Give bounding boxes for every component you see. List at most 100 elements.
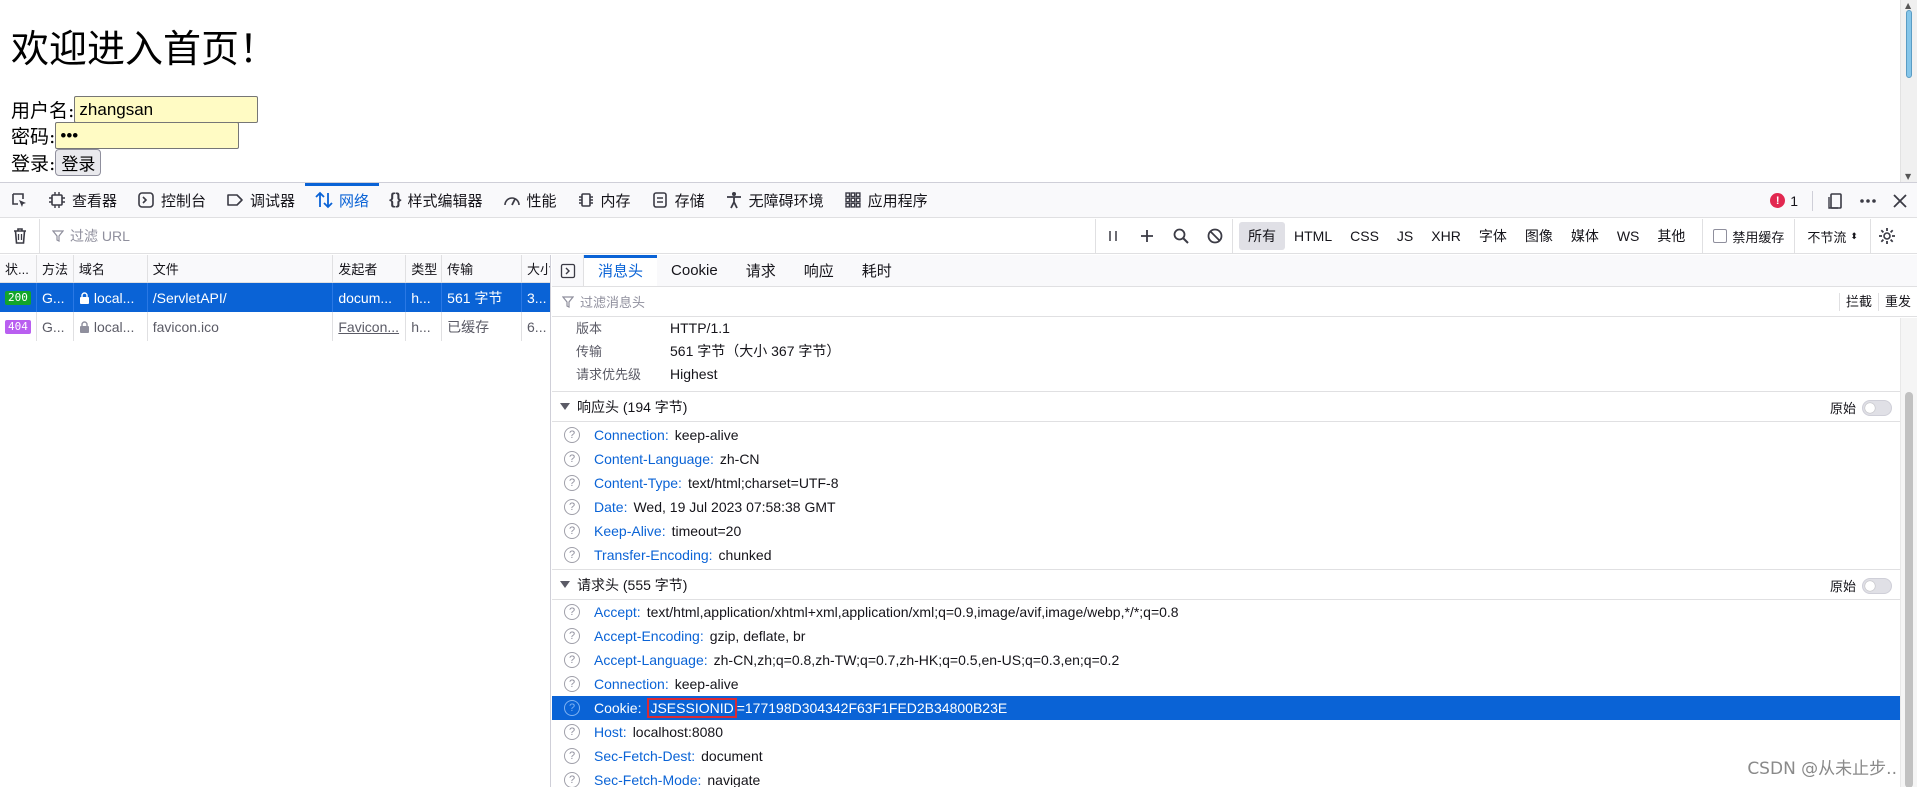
header-row[interactable]: ? Sec-Fetch-Dest: document: [552, 744, 1900, 768]
header-row[interactable]: ? Transfer-Encoding: chunked: [552, 543, 1900, 567]
tab-style-editor[interactable]: {} 样式编辑器: [379, 183, 492, 217]
error-count-badge[interactable]: ! 1: [1770, 193, 1798, 209]
type-filter-ws[interactable]: WS: [1608, 224, 1649, 248]
help-icon[interactable]: ?: [564, 652, 580, 668]
search-icon[interactable]: [1172, 227, 1190, 245]
type-filter-images[interactable]: 图像: [1516, 222, 1562, 250]
sidebar-toggle-icon: [560, 263, 576, 279]
tab-cookies[interactable]: Cookie: [657, 255, 732, 286]
help-icon[interactable]: ?: [564, 451, 580, 467]
block-button[interactable]: 拦截: [1838, 293, 1878, 311]
help-icon[interactable]: ?: [564, 427, 580, 443]
type-filter-html[interactable]: HTML: [1285, 224, 1341, 248]
details-scrollbar[interactable]: [1900, 318, 1917, 787]
col-size[interactable]: 大小: [522, 255, 550, 282]
login-button[interactable]: 登录: [55, 149, 102, 176]
header-row[interactable]: ? Accept: text/html,application/xhtml+xml,…: [552, 600, 1900, 624]
header-row[interactable]: ? Date: Wed, 19 Jul 2023 07:58:38 GMT: [552, 495, 1900, 519]
request-initiator[interactable]: Favicon...: [333, 312, 407, 341]
help-icon[interactable]: ?: [564, 547, 580, 563]
tab-inspector[interactable]: 查看器: [38, 183, 127, 217]
tab-timings[interactable]: 耗时: [848, 255, 906, 286]
header-row[interactable]: ? Sec-Fetch-Mode: navigate: [552, 768, 1900, 787]
help-icon[interactable]: ?: [564, 748, 580, 764]
header-row[interactable]: ? Content-Language: zh-CN: [552, 447, 1900, 471]
tab-memory[interactable]: 内存: [567, 183, 641, 217]
tab-debugger[interactable]: 调试器: [216, 183, 305, 217]
clear-button[interactable]: [0, 218, 40, 254]
close-icon[interactable]: [1891, 192, 1909, 210]
request-headers-section[interactable]: 请求头 (555 字节) 原始: [552, 569, 1900, 600]
header-row-cookie[interactable]: ? Cookie: JSESSIONID =177198D304342F63F1FED…: [552, 696, 1900, 720]
col-transfer[interactable]: 传输: [442, 255, 523, 282]
raw-switch[interactable]: [1862, 577, 1892, 594]
type-filter-xhr[interactable]: XHR: [1422, 224, 1470, 248]
type-filter-media[interactable]: 媒体: [1562, 222, 1608, 250]
tab-application[interactable]: 应用程序: [834, 183, 938, 217]
dock-options-icon[interactable]: [1827, 192, 1845, 210]
col-type[interactable]: 类型: [406, 255, 443, 282]
page-scrollbar[interactable]: ▲ ▼: [1900, 0, 1917, 182]
header-row[interactable]: ? Keep-Alive: timeout=20: [552, 519, 1900, 543]
tab-request[interactable]: 请求: [732, 255, 790, 286]
type-filter-other[interactable]: 其他: [1648, 222, 1694, 250]
network-settings-button[interactable]: [1869, 218, 1904, 254]
toggle-sidebar-button[interactable]: [552, 255, 584, 286]
disable-cache-toggle[interactable]: 禁用缓存: [1702, 218, 1794, 254]
password-input[interactable]: [55, 122, 240, 149]
tab-performance[interactable]: 性能: [493, 183, 567, 217]
help-icon[interactable]: ?: [564, 523, 580, 539]
tab-accessibility[interactable]: 无障碍环境: [715, 183, 834, 217]
col-initiator[interactable]: 发起者: [333, 255, 407, 282]
help-icon[interactable]: ?: [564, 700, 580, 716]
tab-network[interactable]: 网络: [305, 183, 380, 217]
header-row[interactable]: ? Connection: keep-alive: [552, 423, 1900, 447]
response-headers-section[interactable]: 响应头 (194 字节) 原始: [552, 391, 1900, 422]
header-row[interactable]: ? Content-Type: text/html;charset=UTF-8: [552, 471, 1900, 495]
help-icon[interactable]: ?: [564, 604, 580, 620]
raw-toggle[interactable]: 原始: [1830, 392, 1892, 423]
header-row[interactable]: ? Host: localhost:8080: [552, 720, 1900, 744]
type-filter-all[interactable]: 所有: [1239, 222, 1285, 250]
request-row[interactable]: 200 G... local... /ServletAPI/ docum... …: [0, 283, 550, 312]
raw-switch[interactable]: [1862, 399, 1892, 416]
col-domain[interactable]: 域名: [74, 255, 148, 282]
header-row[interactable]: ? Accept-Language: zh-CN,zh;q=0.8,zh-TW;q=…: [552, 648, 1900, 672]
username-input[interactable]: [74, 96, 259, 123]
resend-button[interactable]: 重发: [1877, 293, 1917, 311]
type-filter-js[interactable]: JS: [1388, 224, 1422, 248]
page-scroll-thumb[interactable]: [1906, 10, 1912, 78]
block-icon[interactable]: [1206, 227, 1224, 245]
more-options-icon[interactable]: [1859, 192, 1877, 210]
scroll-up-icon[interactable]: ▲: [1905, 1, 1911, 10]
type-filter-fonts[interactable]: 字体: [1470, 222, 1516, 250]
col-method[interactable]: 方法: [37, 255, 74, 282]
disable-cache-checkbox[interactable]: [1713, 229, 1728, 243]
details-scroll-thumb[interactable]: [1905, 392, 1913, 787]
add-request-icon[interactable]: [1138, 227, 1156, 245]
scroll-down-icon[interactable]: ▼: [1905, 172, 1911, 181]
header-row[interactable]: ? Connection: keep-alive: [552, 672, 1900, 696]
col-status[interactable]: 状...: [0, 255, 37, 282]
tab-console[interactable]: 控制台: [127, 183, 216, 217]
pause-icon[interactable]: [1104, 227, 1122, 245]
help-icon[interactable]: ?: [564, 724, 580, 740]
help-icon[interactable]: ?: [564, 772, 580, 787]
type-filter-css[interactable]: CSS: [1341, 224, 1388, 248]
raw-toggle[interactable]: 原始: [1830, 570, 1892, 601]
tab-storage[interactable]: 存储: [641, 183, 715, 217]
help-icon[interactable]: ?: [564, 499, 580, 515]
network-icon: [315, 191, 333, 209]
url-filter[interactable]: 过滤 URL: [40, 226, 1095, 246]
help-icon[interactable]: ?: [564, 628, 580, 644]
throttle-select[interactable]: 不节流 ⬍: [1794, 218, 1870, 254]
col-file[interactable]: 文件: [148, 255, 334, 282]
pick-element-button[interactable]: [0, 183, 38, 217]
request-row[interactable]: 404 G... local... favicon.ico Favicon...…: [0, 312, 550, 341]
tab-response[interactable]: 响应: [790, 255, 848, 286]
header-row[interactable]: ? Accept-Encoding: gzip, deflate, br: [552, 624, 1900, 648]
help-icon[interactable]: ?: [564, 676, 580, 692]
tab-headers[interactable]: 消息头: [584, 255, 658, 286]
headers-filter[interactable]: 过滤消息头 拦截 重发: [552, 287, 1917, 317]
help-icon[interactable]: ?: [564, 475, 580, 491]
